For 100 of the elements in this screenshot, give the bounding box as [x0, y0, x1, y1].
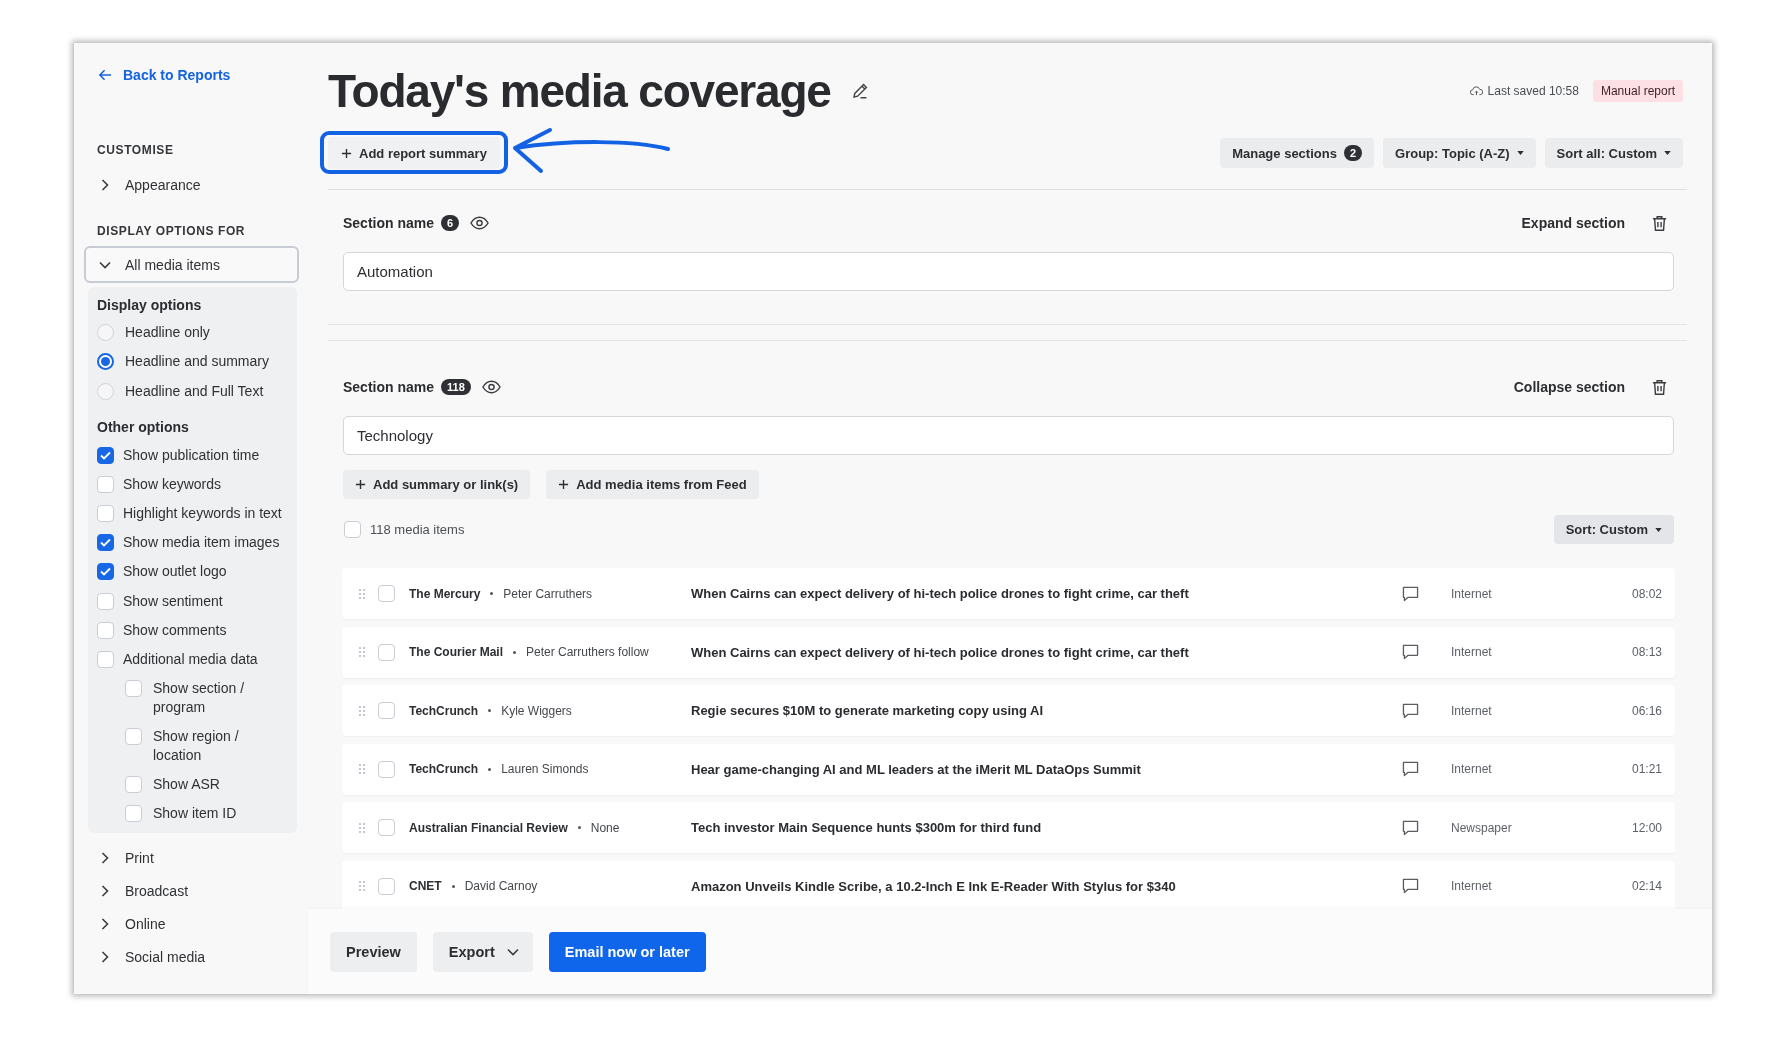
expandable-item[interactable]: Online: [84, 907, 166, 941]
eye-icon[interactable]: [481, 380, 501, 394]
add-report-summary-button[interactable]: Add report summary: [328, 137, 500, 169]
trash-icon[interactable]: [1652, 378, 1667, 396]
group-heading: Display options: [97, 296, 202, 314]
item-count-label: 118 media items: [370, 522, 465, 537]
group-menu-button[interactable]: Group: Topic (A-Z): [1383, 138, 1536, 168]
drag-handle-icon[interactable]: [358, 821, 366, 834]
headline[interactable]: Regie secures $10M to generate marketing copy using AI: [691, 703, 1044, 718]
publish-time: 08:13: [1631, 645, 1662, 659]
count-badge: 118: [441, 379, 471, 395]
media-item-row[interactable]: Australian Financial Review None Tech investor Main Sequence hunts $300m for third fund Newspaper 12:00: [342, 802, 1675, 853]
checkbox[interactable]: [97, 446, 114, 464]
eye-icon[interactable]: [470, 216, 490, 230]
group-heading: Other options: [97, 418, 189, 436]
headline[interactable]: Hear game-changing AI and ML leaders at the iMerit ML DataOps Summit: [691, 761, 1141, 777]
separator-dot-icon: [513, 650, 516, 654]
section-toggle-button[interactable]: Collapse section: [1513, 379, 1625, 395]
outlet-name: CNET: [409, 879, 442, 893]
section-name-field[interactable]: Automation: [343, 252, 1674, 291]
checkbox-label: Show region / location: [153, 727, 240, 765]
count-badge: 2: [1343, 145, 1363, 161]
expandable-item[interactable]: Appearance: [84, 175, 201, 195]
section-label: Section name: [343, 215, 435, 231]
checkbox[interactable]: [97, 534, 114, 552]
author-name: Lauren Simonds: [501, 762, 589, 776]
radio-label: Headline and summary: [125, 352, 269, 372]
outlet-name: The Mercury: [409, 586, 481, 601]
arrow-left-icon: [98, 69, 112, 81]
manage-sections-button[interactable]: Manage sections 2: [1220, 138, 1375, 168]
count-badge: 6: [441, 215, 460, 231]
media-type: Internet: [1451, 645, 1492, 659]
publish-time: 01:21: [1631, 762, 1662, 776]
separator-dot-icon: [490, 592, 494, 595]
report-type-badge: Manual report: [1592, 80, 1683, 102]
headline[interactable]: Amazon Unveils Kindle Scribe, a 10.2-Inch E Ink E-Reader With Stylus for $340: [691, 878, 1176, 894]
cloud-upload-icon: [1469, 86, 1483, 96]
author-name: David Carnoy: [464, 879, 538, 893]
checkbox-label: Show publication time: [123, 445, 260, 465]
checkbox-label: Show keywords: [123, 474, 222, 494]
headline[interactable]: When Cairns can expect delivery of hi-tech police drones to fight crime, car theft: [691, 586, 1189, 601]
outlet-name: TechCrunch: [409, 703, 479, 718]
drag-handle-icon[interactable]: [358, 646, 366, 658]
radio-button[interactable]: [97, 353, 114, 371]
checkbox-label: Show sentiment: [123, 591, 223, 611]
radio-label: Headline only: [125, 322, 210, 342]
media-filter-dropdown[interactable]: All media items: [84, 246, 299, 283]
drag-handle-icon[interactable]: [358, 880, 366, 892]
checkbox-label: Show ASR: [153, 775, 220, 794]
speech-bubble-icon[interactable]: [1402, 878, 1419, 894]
expandable-item[interactable]: Print: [84, 841, 154, 875]
last-saved-text: Last saved 10:58: [1487, 84, 1579, 98]
author-name: Peter Carruthers: [503, 586, 593, 601]
expandable-item[interactable]: Broadcast: [84, 874, 189, 908]
drag-handle-icon[interactable]: [358, 763, 366, 775]
media-item-row[interactable]: TechCrunch Kyle Wiggers Regie secures $10M to generate marketing copy using AI Internet 06:16: [342, 685, 1675, 736]
caret-down-icon: [1664, 151, 1671, 155]
headline[interactable]: Tech investor Main Sequence hunts $300m for third fund: [691, 820, 1042, 835]
drag-handle-icon[interactable]: [358, 704, 366, 717]
checkbox-label: Additional media data: [123, 649, 258, 669]
speech-bubble-icon[interactable]: [1402, 644, 1419, 660]
media-item-row[interactable]: TechCrunch Lauren Simonds Hear game-changing AI and ML leaders at the iMerit ML DataOps Summit Internet 01:21: [342, 743, 1675, 795]
sort-menu-button[interactable]: Sort all: Custom: [1544, 138, 1683, 168]
media-item-row[interactable]: CNET David Carnoy Amazon Unveils Kindle Scribe, a 10.2-Inch E Ink E-Reader With Stylus for $340 Internet 02:14: [342, 860, 1675, 909]
back-link[interactable]: Back to Reports: [98, 66, 231, 84]
speech-bubble-icon[interactable]: [1402, 702, 1419, 719]
pencil-icon[interactable]: [850, 82, 869, 100]
email-button[interactable]: Email now or later: [548, 931, 706, 972]
expandable-item[interactable]: Social media: [84, 940, 206, 974]
add-content-button[interactable]: Add media items from Feed: [546, 470, 759, 499]
media-item-row[interactable]: The Courier Mail Peter Carruthers follow When Cairns can expect delivery of hi-tech police drones to fight crime, car theft Internet 08:13: [342, 626, 1675, 678]
speech-bubble-icon[interactable]: [1402, 761, 1419, 777]
section-toggle-button[interactable]: Expand section: [1521, 215, 1625, 231]
media-type: Internet: [1451, 879, 1492, 893]
speech-bubble-icon[interactable]: [1402, 585, 1419, 602]
trash-icon[interactable]: [1652, 214, 1667, 232]
separator-dot-icon: [488, 709, 492, 712]
media-type: Newspaper: [1451, 820, 1512, 835]
sort-menu-button[interactable]: Sort: Custom: [1553, 515, 1674, 544]
author-name: None: [590, 820, 620, 835]
checkbox[interactable]: [97, 563, 114, 581]
export-menu-button[interactable]: Export: [432, 931, 533, 972]
section-heading: CUSTOMISE: [97, 142, 174, 158]
plus-icon: [558, 479, 570, 490]
headline[interactable]: When Cairns can expect delivery of hi-tech police drones to fight crime, car theft: [691, 644, 1189, 660]
media-item-row[interactable]: The Mercury Peter Carruthers When Cairns can expect delivery of hi-tech police drones to fight crime, car theft Internet 08:02: [342, 568, 1675, 619]
add-content-button[interactable]: Add summary or link(s): [343, 470, 531, 499]
checkbox-label: Highlight keywords in text: [123, 503, 282, 523]
section-name-field[interactable]: Technology: [343, 416, 1674, 455]
section-label: Section name: [343, 379, 435, 395]
speech-bubble-icon[interactable]: [1402, 819, 1419, 836]
publish-time: 08:02: [1631, 586, 1662, 601]
checkbox-label: Show outlet logo: [123, 562, 227, 582]
checkmark-icon: [100, 450, 111, 460]
checkmark-icon: [100, 538, 111, 548]
plus-icon: [341, 147, 352, 159]
preview-button[interactable]: Preview: [330, 931, 417, 972]
drag-handle-icon[interactable]: [358, 587, 366, 600]
separator-dot-icon: [577, 826, 581, 829]
chevron-down-icon: [506, 947, 519, 956]
